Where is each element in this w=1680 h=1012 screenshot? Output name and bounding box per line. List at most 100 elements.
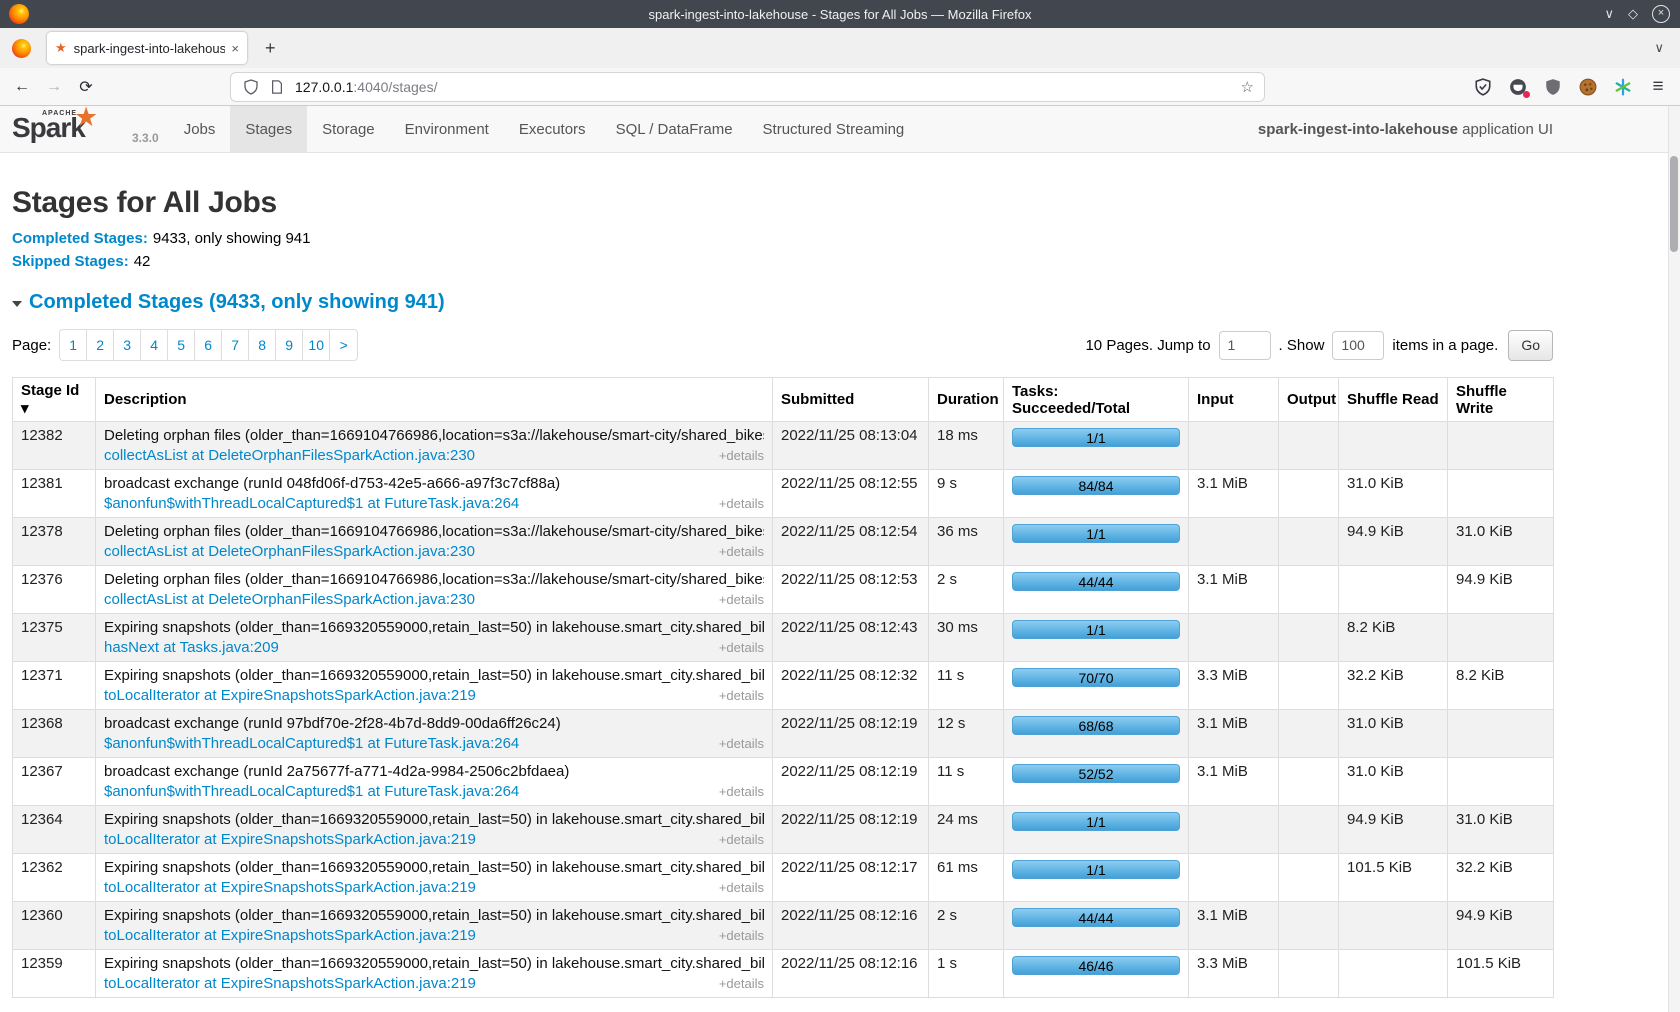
page-number-button[interactable]: 1 (60, 330, 87, 360)
firefox-window: spark-ingest-into-lakehouse - Stages for… (0, 0, 1680, 1012)
page-info-icon[interactable] (267, 77, 287, 97)
maximize-button[interactable]: ◇ (1628, 5, 1638, 23)
page-number-button[interactable]: 2 (87, 330, 114, 360)
page-number-button[interactable]: 3 (114, 330, 141, 360)
page-number-button[interactable]: 8 (249, 330, 276, 360)
menu-icon[interactable]: ≡ (1648, 77, 1668, 97)
spark-logo[interactable]: APACHE Spark ★ (12, 106, 128, 152)
shuffle-write-cell (1448, 470, 1554, 518)
details-toggle[interactable]: +details (719, 448, 764, 463)
duration-cell: 61 ms (929, 854, 1004, 902)
spark-nav-tab[interactable]: SQL / DataFrame (601, 106, 748, 152)
details-toggle[interactable]: +details (719, 736, 764, 751)
header-input[interactable]: Input (1189, 378, 1279, 422)
details-toggle[interactable]: +details (719, 592, 764, 607)
spark-nav-tab[interactable]: Executors (504, 106, 601, 152)
items-per-page-input[interactable] (1332, 331, 1384, 360)
scrollbar-thumb[interactable] (1670, 156, 1678, 252)
cookie-icon[interactable] (1578, 77, 1598, 97)
details-toggle[interactable]: +details (719, 544, 764, 559)
shield-check-icon[interactable] (1473, 77, 1493, 97)
spark-nav-tab[interactable]: Storage (307, 106, 390, 152)
ublock-shield-icon[interactable] (1543, 77, 1563, 97)
url-toolbar: ← → ⟳ 127.0.0.1 :4040/stages/ ☆ (0, 68, 1680, 106)
url-bar[interactable]: 127.0.0.1 :4040/stages/ ☆ (230, 72, 1265, 102)
page-number-button[interactable]: 4 (141, 330, 168, 360)
shuffle-write-cell (1448, 710, 1554, 758)
stage-callsite-link[interactable]: collectAsList at DeleteOrphanFilesSparkA… (104, 543, 475, 560)
new-tab-button[interactable]: + (265, 38, 276, 59)
stage-callsite-link[interactable]: toLocalIterator at ExpireSnapshotsSparkA… (104, 879, 476, 896)
stage-callsite-link[interactable]: toLocalIterator at ExpireSnapshotsSparkA… (104, 831, 476, 848)
header-output[interactable]: Output (1279, 378, 1339, 422)
tab-close-icon[interactable]: × (231, 41, 239, 56)
stage-description: broadcast exchange (runId 2a75677f-a771-… (104, 763, 764, 780)
duration-cell: 30 ms (929, 614, 1004, 662)
page-number-button[interactable]: > (330, 330, 357, 360)
stage-callsite-link[interactable]: toLocalIterator at ExpireSnapshotsSparkA… (104, 687, 476, 704)
stage-callsite-link[interactable]: $anonfun$withThreadLocalCaptured$1 at Fu… (104, 783, 519, 800)
scrollbar-track[interactable] (1668, 106, 1680, 1012)
header-stage-id[interactable]: Stage Id ▾ (13, 378, 96, 422)
color-asterisk-icon[interactable] (1613, 77, 1633, 97)
details-toggle[interactable]: +details (719, 496, 764, 511)
stage-callsite-link[interactable]: collectAsList at DeleteOrphanFilesSparkA… (104, 591, 475, 608)
details-toggle[interactable]: +details (719, 976, 764, 991)
header-shuffle-write[interactable]: Shuffle Write (1448, 378, 1554, 422)
stage-callsite-link[interactable]: $anonfun$withThreadLocalCaptured$1 at Fu… (104, 495, 519, 512)
header-tasks[interactable]: Tasks: Succeeded/Total (1004, 378, 1189, 422)
bookmark-star-icon[interactable]: ☆ (1241, 78, 1254, 96)
forward-button[interactable]: → (38, 78, 70, 96)
page-number-button[interactable]: 5 (168, 330, 195, 360)
duration-cell: 1 s (929, 950, 1004, 998)
page-number-button[interactable]: 10 (303, 330, 330, 360)
page-number-button[interactable]: 6 (195, 330, 222, 360)
details-toggle[interactable]: +details (719, 880, 764, 895)
spark-nav-tab[interactable]: Structured Streaming (748, 106, 920, 152)
page-number-button[interactable]: 7 (222, 330, 249, 360)
details-toggle[interactable]: +details (719, 832, 764, 847)
stage-callsite-link[interactable]: toLocalIterator at ExpireSnapshotsSparkA… (104, 927, 476, 944)
jump-to-page-input[interactable] (1219, 331, 1271, 360)
go-button[interactable]: Go (1508, 330, 1553, 361)
tasks-progress-label: 1/1 (1086, 814, 1105, 830)
spark-nav-tabs: JobsStagesStorageEnvironmentExecutorsSQL… (169, 106, 920, 152)
page-number-button[interactable]: 9 (276, 330, 303, 360)
tasks-progress-bar: 46/46 (1012, 956, 1180, 975)
tracking-shield-icon[interactable] (241, 77, 261, 97)
stage-description: Expiring snapshots (older_than=166932055… (104, 811, 764, 828)
stage-id-cell: 12381 (13, 470, 96, 518)
stage-description: broadcast exchange (runId 97bdf70e-2f28-… (104, 715, 764, 732)
details-toggle[interactable]: +details (719, 688, 764, 703)
back-button[interactable]: ← (6, 78, 38, 96)
header-submitted[interactable]: Submitted (773, 378, 929, 422)
nav-tab-label: Structured Streaming (763, 121, 905, 138)
details-toggle[interactable]: +details (719, 784, 764, 799)
stage-callsite-link[interactable]: hasNext at Tasks.java:209 (104, 639, 279, 656)
header-duration[interactable]: Duration (929, 378, 1004, 422)
reload-button[interactable]: ⟳ (70, 77, 102, 97)
spark-nav-tab[interactable]: Jobs (169, 106, 231, 152)
spark-nav-tab[interactable]: Environment (390, 106, 504, 152)
spark-nav-tab[interactable]: Stages (230, 106, 307, 152)
tab-list-chevron-icon[interactable]: ∨ (1654, 40, 1664, 56)
minimize-button[interactable]: ∨ (1604, 5, 1614, 23)
firefox-view-icon[interactable] (12, 39, 31, 58)
stage-callsite-link[interactable]: $anonfun$withThreadLocalCaptured$1 at Fu… (104, 735, 519, 752)
mask-icon[interactable] (1508, 77, 1528, 97)
header-shuffle-read[interactable]: Shuffle Read (1339, 378, 1448, 422)
stage-callsite-link[interactable]: collectAsList at DeleteOrphanFilesSparkA… (104, 447, 475, 464)
stage-callsite-link[interactable]: toLocalIterator at ExpireSnapshotsSparkA… (104, 975, 476, 992)
header-description[interactable]: Description (96, 378, 773, 422)
browser-tab[interactable]: ★ spark-ingest-into-lakehous × (47, 32, 247, 64)
details-toggle[interactable]: +details (719, 928, 764, 943)
table-row: 12362 Expiring snapshots (older_than=166… (13, 854, 1554, 902)
tasks-progress-bar: 1/1 (1012, 812, 1180, 831)
description-cell: Deleting orphan files (older_than=166910… (96, 566, 773, 614)
close-button[interactable]: × (1652, 5, 1670, 23)
details-toggle[interactable]: +details (719, 640, 764, 655)
duration-cell: 2 s (929, 566, 1004, 614)
stage-id-cell: 12360 (13, 902, 96, 950)
spark-logo-star-icon: ★ (74, 102, 98, 133)
completed-stages-section-toggle[interactable]: Completed Stages (9433, only showing 941… (12, 291, 1553, 314)
